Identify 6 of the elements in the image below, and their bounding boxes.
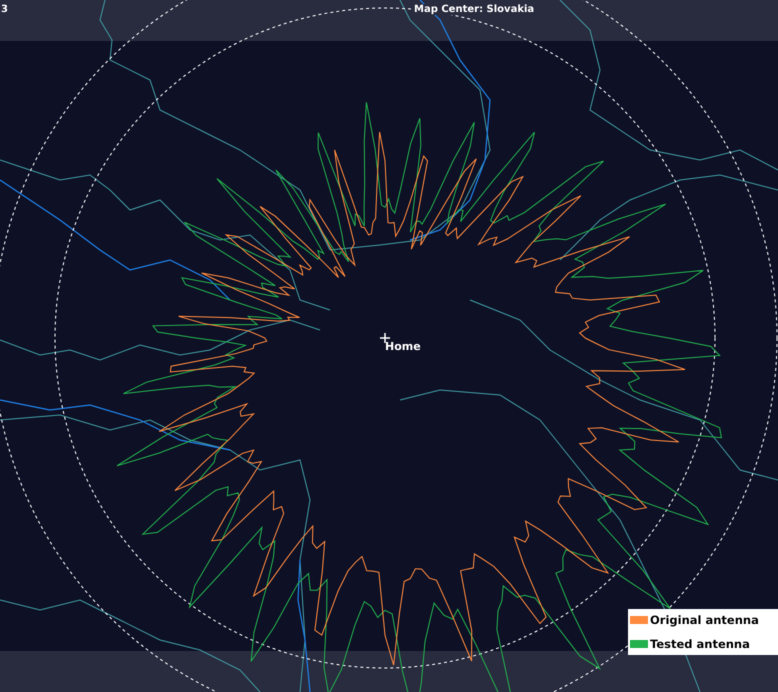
legend-label: Original antenna: [650, 613, 759, 627]
header-text: 3: [0, 4, 10, 15]
home-label: Home: [385, 340, 421, 353]
legend-label: Tested antenna: [650, 637, 750, 651]
home-marker-icon: [380, 333, 390, 343]
map-title: Map Center: Slovakia: [412, 4, 536, 15]
